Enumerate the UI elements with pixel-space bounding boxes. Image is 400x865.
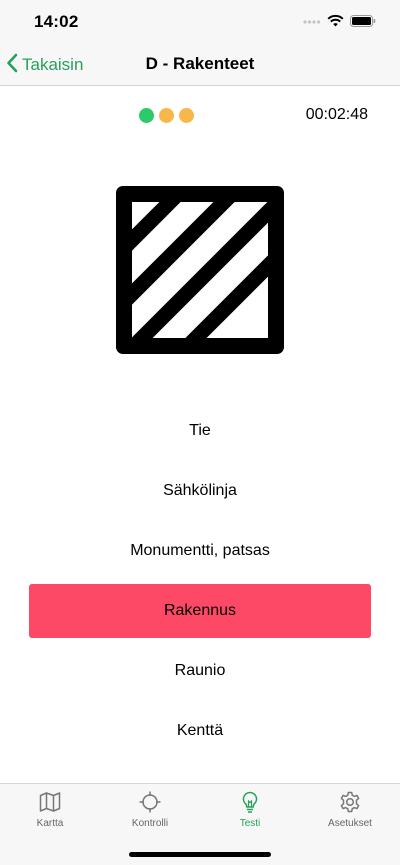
tab-kartta[interactable]: Kartta [0, 790, 100, 834]
answer-option[interactable]: Tie [29, 404, 371, 458]
lightbulb-icon [242, 791, 258, 813]
gear-icon [340, 791, 360, 813]
status-icons [303, 14, 376, 32]
tab-kontrolli[interactable]: Kontrolli [100, 790, 200, 834]
timer: 00:02:48 [305, 106, 368, 123]
crosshair-icon [139, 791, 161, 813]
answer-option-selected[interactable]: Rakennus [29, 584, 371, 638]
page-title: D - Rakenteet [145, 54, 255, 73]
progress-dot [139, 108, 154, 123]
tab-label: Testi [239, 818, 261, 829]
map-icon [39, 792, 61, 812]
diagonal-stripes-square-icon [116, 186, 284, 354]
wifi-icon [327, 14, 344, 32]
tab-label: Kontrolli [131, 818, 169, 829]
answer-option[interactable]: Kenttä [29, 704, 371, 758]
progress-dot [179, 108, 194, 123]
tab-asetukset[interactable]: Asetukset [300, 790, 400, 834]
status-time: 14:02 [34, 12, 79, 31]
signal-icon [303, 14, 321, 32]
battery-icon [350, 14, 376, 32]
progress-dot [159, 108, 174, 123]
answer-list: Tie Sähkölinja Monumentti, patsas Rakenn… [29, 404, 371, 764]
answer-option[interactable]: Monumentti, patsas [29, 524, 371, 578]
map-symbol [116, 186, 284, 354]
navigation-bar: Takaisin D - Rakenteet [0, 44, 400, 86]
status-bar: 14:02 [0, 0, 400, 44]
screen: 14:02 Takaisin D - Rakenteet 00:02:48 Ti… [0, 0, 400, 865]
home-indicator [129, 852, 271, 857]
progress-dots [139, 108, 194, 123]
tab-testi[interactable]: Testi [200, 790, 300, 834]
answer-option[interactable]: Sähkölinja [29, 464, 371, 518]
tab-label: Kartta [36, 818, 64, 829]
tab-label: Asetukset [328, 818, 372, 829]
answer-option[interactable]: Raunio [29, 644, 371, 698]
